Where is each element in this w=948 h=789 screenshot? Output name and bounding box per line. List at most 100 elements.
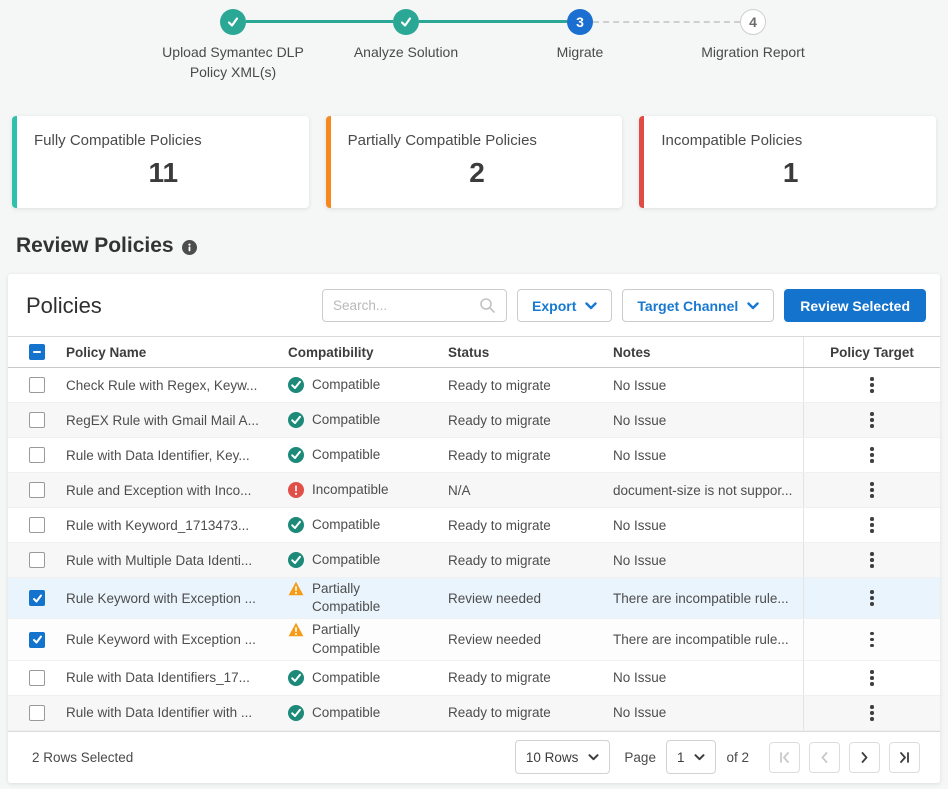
- policy-name-cell: Rule with Multiple Data Identi...: [66, 553, 288, 568]
- step-1-circle[interactable]: [220, 9, 246, 35]
- kebab-menu-icon[interactable]: [866, 586, 878, 610]
- compatibility-label: Compatible: [312, 516, 380, 534]
- table-row[interactable]: Rule with Data Identifiers_17... Compati…: [8, 661, 940, 696]
- target-channel-button[interactable]: Target Channel: [622, 289, 774, 322]
- kebab-menu-icon[interactable]: [866, 443, 878, 467]
- notes-cell: No Issue: [613, 448, 803, 463]
- column-header-compatibility[interactable]: Compatibility: [288, 345, 448, 360]
- compatible-check-icon: [288, 517, 304, 533]
- kebab-menu-icon[interactable]: [866, 408, 878, 432]
- next-page-button[interactable]: [849, 742, 880, 773]
- compatibility-label: Partially Compatible: [312, 580, 396, 616]
- policy-name-cell: Rule with Data Identifiers_17...: [66, 670, 288, 685]
- notes-cell: No Issue: [613, 518, 803, 533]
- warning-triangle-icon: [288, 581, 304, 596]
- compatibility-cell: Incompatible: [288, 479, 448, 501]
- row-checkbox[interactable]: [29, 552, 45, 568]
- column-header-status[interactable]: Status: [448, 345, 613, 360]
- compatibility-cell: Compatible: [288, 374, 448, 396]
- step-3-circle[interactable]: 3: [567, 9, 593, 35]
- kebab-menu-icon[interactable]: [866, 373, 878, 397]
- status-cell: N/A: [448, 483, 613, 498]
- export-button[interactable]: Export: [517, 289, 612, 322]
- search-box: [322, 289, 507, 322]
- kebab-menu-icon[interactable]: [866, 666, 878, 690]
- compatibility-cell: Compatible: [288, 702, 448, 724]
- last-page-button[interactable]: [889, 742, 920, 773]
- notes-cell: There are incompatible rule...: [613, 632, 803, 647]
- compatibility-cell: Compatible: [288, 667, 448, 689]
- column-header-notes[interactable]: Notes: [613, 345, 803, 360]
- row-checkbox[interactable]: [29, 517, 45, 533]
- check-icon: [399, 15, 413, 29]
- last-page-icon: [897, 750, 912, 765]
- check-icon: [32, 634, 43, 645]
- kebab-menu-icon[interactable]: [866, 628, 878, 652]
- row-checkbox[interactable]: [29, 412, 45, 428]
- rows-per-page-value: 10 Rows: [526, 750, 579, 765]
- table-row[interactable]: Rule and Exception with Inco... Incompat…: [8, 473, 940, 508]
- select-all-checkbox[interactable]: [29, 344, 45, 360]
- table-row[interactable]: Rule with Multiple Data Identi... Compat…: [8, 543, 940, 578]
- table-row[interactable]: Rule with Data Identifier, Key... Compat…: [8, 438, 940, 473]
- card-title: Fully Compatible Policies: [34, 132, 293, 149]
- step-1-label: Upload Symantec DLP Policy XML(s): [148, 42, 318, 83]
- column-header-policy-target[interactable]: Policy Target: [803, 337, 940, 367]
- stepper-connector-3: [593, 21, 740, 23]
- notes-cell: No Issue: [613, 413, 803, 428]
- compatibility-cell: Partially Compatible: [288, 578, 448, 618]
- row-checkbox[interactable]: [29, 377, 45, 393]
- compatibility-label: Compatible: [312, 411, 380, 429]
- row-checkbox[interactable]: [29, 482, 45, 498]
- step-4-circle[interactable]: 4: [740, 9, 766, 35]
- step-3-label: Migrate: [495, 42, 665, 62]
- status-cell: Ready to migrate: [448, 448, 613, 463]
- rows-selected-text: 2 Rows Selected: [32, 750, 133, 765]
- table-body: Check Rule with Regex, Keyw... Compatibl…: [8, 368, 940, 731]
- migration-page: 3 4 Upload Symantec DLP Policy XML(s) An…: [0, 0, 948, 789]
- search-icon: [479, 297, 496, 314]
- kebab-menu-icon[interactable]: [866, 701, 878, 725]
- row-checkbox[interactable]: [29, 670, 45, 686]
- info-icon[interactable]: [182, 240, 197, 255]
- table-row[interactable]: Rule Keyword with Exception ... Partiall…: [8, 619, 940, 660]
- review-selected-button[interactable]: Review Selected: [784, 289, 926, 322]
- section-heading: Review Policies: [0, 234, 948, 258]
- notes-cell: There are incompatible rule...: [613, 591, 803, 606]
- panel-title: Policies: [26, 293, 102, 319]
- compatible-check-icon: [288, 412, 304, 428]
- step-2-circle[interactable]: [393, 9, 419, 35]
- card-title: Incompatible Policies: [661, 132, 920, 149]
- table-row[interactable]: Rule Keyword with Exception ... Partiall…: [8, 578, 940, 619]
- table-row[interactable]: Check Rule with Regex, Keyw... Compatibl…: [8, 368, 940, 403]
- first-page-icon: [777, 750, 792, 765]
- step-4-label: Migration Report: [668, 42, 838, 62]
- row-checkbox[interactable]: [29, 447, 45, 463]
- first-page-button[interactable]: [769, 742, 800, 773]
- row-checkbox[interactable]: [29, 705, 45, 721]
- notes-cell: No Issue: [613, 705, 803, 720]
- policy-name-cell: Check Rule with Regex, Keyw...: [66, 378, 288, 393]
- column-header-policy-name[interactable]: Policy Name: [66, 345, 288, 360]
- row-checkbox[interactable]: [29, 590, 45, 606]
- summary-card-partially-compatible: Partially Compatible Policies 2: [326, 116, 623, 208]
- kebab-menu-icon[interactable]: [866, 513, 878, 537]
- policies-panel: Policies Export Target Channel Review Se…: [8, 274, 940, 783]
- page-select[interactable]: 1: [666, 740, 717, 774]
- search-input[interactable]: [333, 298, 479, 313]
- table-header: Policy Name Compatibility Status Notes P…: [8, 336, 940, 368]
- rows-per-page-select[interactable]: 10 Rows: [515, 740, 611, 774]
- kebab-menu-icon[interactable]: [866, 478, 878, 502]
- table-row[interactable]: Rule with Data Identifier with ... Compa…: [8, 696, 940, 731]
- compatibility-cell: Compatible: [288, 549, 448, 571]
- page-of-text: of 2: [726, 750, 749, 765]
- table-row[interactable]: Rule with Keyword_1713473... Compatible …: [8, 508, 940, 543]
- compatibility-label: Compatible: [312, 376, 380, 394]
- kebab-menu-icon[interactable]: [866, 548, 878, 572]
- policy-name-cell: Rule and Exception with Inco...: [66, 483, 288, 498]
- previous-page-button[interactable]: [809, 742, 840, 773]
- step-2-label: Analyze Solution: [321, 42, 491, 62]
- table-row[interactable]: RegEX Rule with Gmail Mail A... Compatib…: [8, 403, 940, 438]
- row-checkbox[interactable]: [29, 632, 45, 648]
- orange-accent-bar: [326, 116, 331, 208]
